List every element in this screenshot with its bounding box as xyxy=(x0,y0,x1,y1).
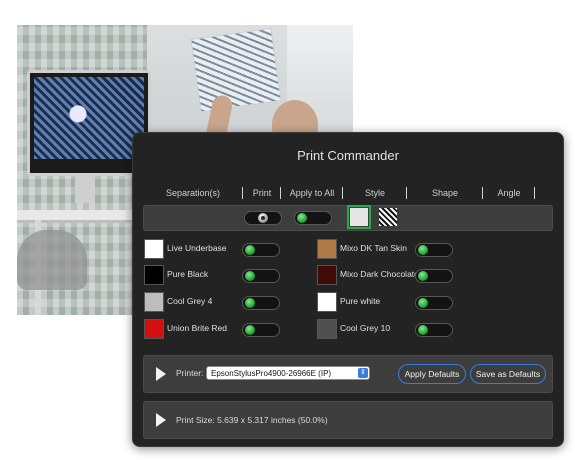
separation-name: Cool Grey 4 xyxy=(167,296,213,306)
separation-name: Union Brite Red xyxy=(167,323,228,333)
separation-item: Union Brite Red xyxy=(144,319,284,339)
separation-item: Pure Black xyxy=(144,265,284,285)
toggle-knob xyxy=(245,271,255,281)
separation-print-toggle[interactable] xyxy=(415,296,453,310)
separation-name: Live Underbase xyxy=(167,243,227,253)
separation-item: Live Underbase xyxy=(144,239,284,259)
play-icon[interactable] xyxy=(156,367,166,381)
separation-item: Cool Grey 10 xyxy=(317,319,467,339)
color-swatch xyxy=(317,239,337,259)
column-header-style: Style xyxy=(343,185,407,201)
separation-item: Pure white xyxy=(317,292,467,312)
color-swatch xyxy=(144,319,164,339)
separation-name: Pure Black xyxy=(167,269,209,279)
style-solid-button[interactable] xyxy=(347,205,371,229)
separation-item: Mixo DK Tan Skin xyxy=(317,239,467,259)
separation-print-toggle[interactable] xyxy=(242,269,280,283)
separation-name: Mixo Dark Chocolate xyxy=(340,269,419,279)
apply-defaults-button[interactable]: Apply Defaults xyxy=(398,364,466,384)
global-controls-bar xyxy=(143,205,553,231)
print-commander-panel: Print Commander Separation(s) Print Appl… xyxy=(132,132,564,447)
toggle-knob xyxy=(418,271,428,281)
separation-print-toggle[interactable] xyxy=(415,323,453,337)
chair xyxy=(17,230,87,290)
printer-select-value: EpsonStylusPro4900-26966E (IP) xyxy=(211,369,332,378)
color-swatch xyxy=(144,292,164,312)
column-header-apply-to-all: Apply to All xyxy=(281,185,343,201)
style-halftone-button[interactable] xyxy=(379,208,397,226)
separation-name: Cool Grey 10 xyxy=(340,323,391,333)
save-as-defaults-button[interactable]: Save as Defaults xyxy=(470,364,546,384)
separation-print-toggle[interactable] xyxy=(242,323,280,337)
toggle-knob xyxy=(245,298,255,308)
printer-bar: Printer: EpsonStylusPro4900-26966E (IP) … xyxy=(143,355,553,393)
separation-name: Mixo DK Tan Skin xyxy=(340,243,407,253)
separation-print-toggle[interactable] xyxy=(242,243,280,257)
monitor-stand xyxy=(75,173,95,203)
separation-print-toggle[interactable] xyxy=(415,269,453,283)
printer-select[interactable]: EpsonStylusPro4900-26966E (IP) ⇕ xyxy=(206,366,370,380)
panel-title: Print Commander xyxy=(297,148,399,163)
apply-to-all-toggle[interactable] xyxy=(294,211,332,225)
color-swatch xyxy=(144,265,164,285)
color-swatch xyxy=(317,319,337,339)
toggle-knob xyxy=(418,245,428,255)
toggle-knob xyxy=(245,245,255,255)
printer-label: Printer: xyxy=(176,368,204,378)
toggle-knob xyxy=(297,213,307,223)
column-header-shape: Shape xyxy=(407,185,483,201)
print-all-toggle[interactable] xyxy=(244,211,282,225)
print-size-bar: Print Size: 5.639 x 5.317 inches (50.0%) xyxy=(143,401,553,439)
separation-item: Cool Grey 4 xyxy=(144,292,284,312)
select-stepper-icon: ⇕ xyxy=(358,368,368,378)
column-header-print: Print xyxy=(243,185,281,201)
monitor-artwork xyxy=(34,77,144,159)
play-icon[interactable] xyxy=(156,413,166,427)
toggle-knob xyxy=(245,325,255,335)
color-swatch xyxy=(317,265,337,285)
separation-print-toggle[interactable] xyxy=(415,243,453,257)
separation-print-toggle[interactable] xyxy=(242,296,280,310)
color-swatch xyxy=(317,292,337,312)
separation-name: Pure white xyxy=(340,296,381,306)
toggle-knob xyxy=(258,213,268,223)
film-positive-sheet xyxy=(190,27,282,113)
column-header-angle: Angle xyxy=(483,185,535,201)
toggle-knob xyxy=(418,298,428,308)
toggle-knob xyxy=(418,325,428,335)
column-headers: Separation(s) Print Apply to All Style S… xyxy=(133,185,563,201)
print-size-text: Print Size: 5.639 x 5.317 inches (50.0%) xyxy=(176,415,328,425)
color-swatch xyxy=(144,239,164,259)
column-header-separations: Separation(s) xyxy=(143,185,243,201)
separation-item: Mixo Dark Chocolate xyxy=(317,265,467,285)
